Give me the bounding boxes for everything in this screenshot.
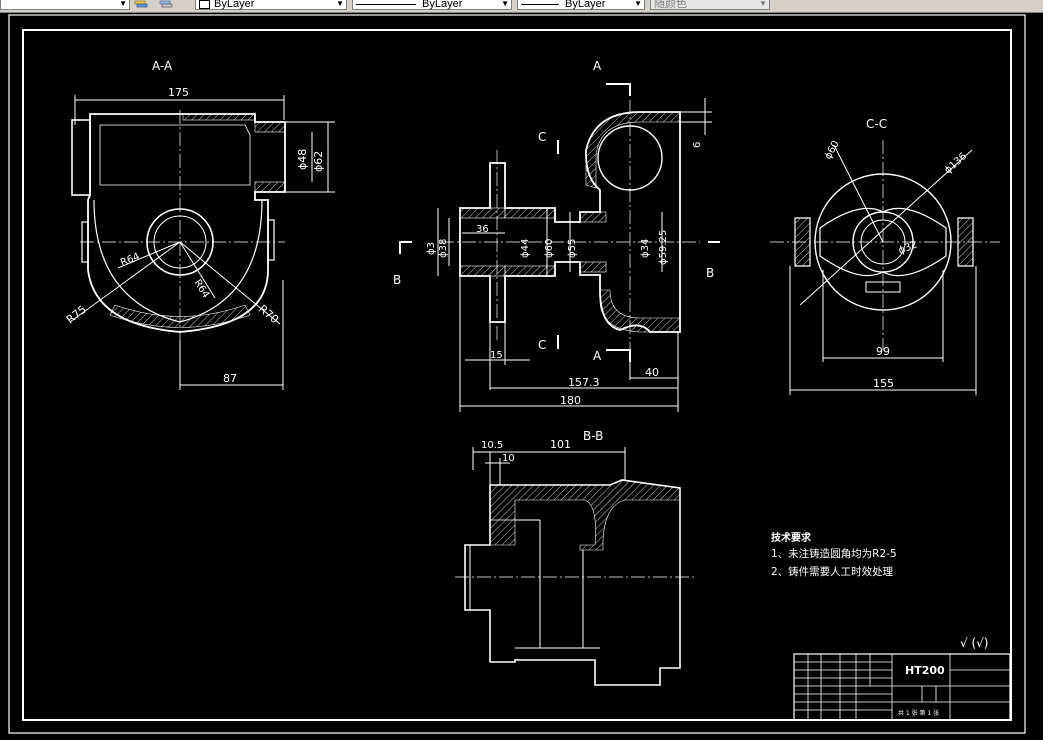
plotstyle-control-dropdown[interactable]: 随颜色 ▼: [650, 0, 770, 10]
dim-cc-phi32: ϕ32: [897, 239, 919, 256]
sheet-count-text: 共 1 张 第 1 张: [898, 709, 939, 717]
section-mark-b-right: B: [706, 266, 714, 280]
section-view-a-a: A-A 175 ϕ48 ϕ62 R64 R64 R75 R70 87: [64, 59, 335, 390]
dim-phi60: ϕ60: [544, 239, 555, 258]
dim-bb-10-5: 10.5: [481, 440, 503, 451]
section-mark-c-top: C: [538, 130, 546, 144]
lineweight-control-dropdown[interactable]: ByLayer ▼: [517, 0, 645, 10]
dim-phi38: ϕ38: [438, 239, 449, 258]
lineweight-control-value: ByLayer: [565, 0, 606, 10]
dim-phi62: ϕ62: [312, 151, 325, 172]
color-control-value: ByLayer: [214, 0, 255, 10]
section-mark-b-left: B: [393, 273, 401, 287]
dim-180: 180: [560, 394, 581, 407]
notes-line-2: 2、铸件需要人工时效处理: [771, 565, 894, 578]
layer-dropdown[interactable]: ▼: [0, 0, 130, 10]
dim-175: 175: [168, 86, 189, 99]
dim-r70: R70: [256, 302, 281, 326]
dim-r75: R75: [64, 303, 89, 327]
notes-title: 技术要求: [771, 531, 812, 544]
dim-cc-phi136: ϕ136: [943, 151, 969, 176]
linetype-control-dropdown[interactable]: ByLayer ▼: [352, 0, 512, 10]
drawing-canvas[interactable]: A-A 175 ϕ48 ϕ62 R64 R64 R75 R70 87 A A C…: [0, 12, 1043, 740]
dim-40: 40: [645, 366, 659, 379]
notes-line-1: 1、未注铸造圆角均为R2-5: [771, 547, 897, 560]
plotstyle-control-value: 随颜色: [654, 0, 687, 10]
layer-states-icon[interactable]: [159, 0, 173, 10]
technical-notes: 技术要求 1、未注铸造圆角均为R2-5 2、铸件需要人工时效处理: [771, 531, 897, 578]
view-label-c-c: C-C: [866, 117, 887, 131]
view-label-b-b: B-B: [583, 429, 603, 443]
section-mark-c-bottom: C: [538, 338, 546, 352]
dim-36: 36: [476, 224, 489, 235]
section-view-b-b: B-B 10.5 101 10: [455, 429, 695, 686]
view-label-a-a: A-A: [152, 59, 173, 73]
linetype-control-value: ByLayer: [422, 0, 463, 10]
dim-bb-10: 10: [502, 453, 515, 464]
dim-r64-b: R64: [191, 278, 211, 301]
drawing-frame: [22, 29, 1012, 721]
roughness-symbol: √ (√): [960, 636, 988, 650]
dim-r64-a: R64: [119, 251, 141, 269]
dim-87: 87: [223, 372, 237, 385]
color-control-dropdown[interactable]: ByLayer ▼: [195, 0, 347, 10]
dim-15: 15: [490, 350, 503, 361]
section-mark-a-bottom: A: [593, 349, 602, 363]
title-block: HT200 共 1 张 第 1 张: [793, 653, 1011, 721]
section-mark-a-top: A: [593, 59, 602, 73]
dim-phi3: ϕ3: [426, 242, 437, 255]
dim-cc-99: 99: [876, 345, 890, 358]
dim-bb-101: 101: [550, 438, 571, 451]
dim-cc-phi60: ϕ60: [823, 139, 842, 161]
dim-phi44: ϕ44: [520, 239, 531, 258]
dim-phi55: ϕ55: [567, 239, 578, 258]
dim-157-3: 157.3: [568, 376, 600, 389]
dim-phi48: ϕ48: [296, 149, 309, 170]
section-view-c-c: C-C ϕ60 ϕ136 ϕ32 99 155: [770, 117, 1000, 395]
dim-cc-155: 155: [873, 377, 894, 390]
layer-stack-icon[interactable]: [134, 0, 148, 10]
material-text: HT200: [905, 664, 945, 677]
front-view: A A C C B B ϕ3 ϕ38 36 ϕ44 ϕ60 ϕ55 ϕ34 ϕ5…: [393, 59, 720, 412]
dim-phi59-25: ϕ59.25: [658, 230, 669, 265]
dim-6: 6: [692, 142, 703, 148]
dim-phi34: ϕ34: [640, 239, 651, 258]
